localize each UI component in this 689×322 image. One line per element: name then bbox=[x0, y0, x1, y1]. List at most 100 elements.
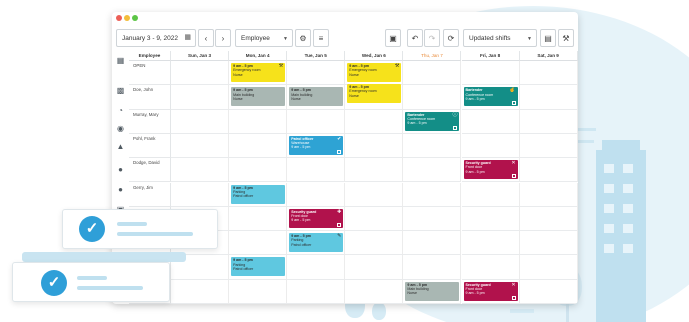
close-window-button[interactable] bbox=[116, 15, 122, 21]
schedule-cell[interactable] bbox=[519, 206, 578, 232]
schedule-cell[interactable] bbox=[345, 158, 404, 183]
schedule-cell[interactable] bbox=[287, 182, 346, 207]
schedule-cell[interactable] bbox=[171, 85, 230, 110]
bell-icon[interactable]: ▲ bbox=[116, 142, 125, 151]
info-icon[interactable]: ⓘ bbox=[452, 112, 457, 117]
day-column-header[interactable]: Tue, Jan 5 bbox=[287, 51, 346, 61]
group-by-select[interactable]: Employee ▼ bbox=[235, 29, 293, 47]
schedule-cell[interactable] bbox=[171, 182, 230, 207]
employee-name[interactable]: OPEN bbox=[129, 61, 171, 86]
schedule-cell[interactable] bbox=[403, 85, 462, 110]
schedule-cell[interactable] bbox=[403, 206, 462, 232]
schedule-cell[interactable] bbox=[461, 255, 520, 280]
undo-button[interactable]: ↶ bbox=[407, 29, 423, 47]
settings-button[interactable]: ⚙ bbox=[295, 29, 311, 47]
date-range-picker[interactable]: January 3 - 9, 2022 ▦ bbox=[116, 29, 196, 47]
schedule-cell[interactable] bbox=[461, 109, 520, 134]
schedule-cell[interactable] bbox=[287, 255, 346, 280]
schedule-cell[interactable] bbox=[519, 61, 578, 86]
shift-block[interactable]: 9 am - 5 pm Emergency room Nurse bbox=[347, 84, 402, 103]
schedule-cell[interactable] bbox=[461, 206, 520, 232]
schedule-cell[interactable] bbox=[229, 206, 288, 232]
refresh-button[interactable]: ⟳ bbox=[443, 29, 459, 47]
schedule-cell[interactable] bbox=[461, 133, 520, 159]
shift-block[interactable]: 9 am - 5 pm Parking Patrol officer bbox=[231, 184, 286, 204]
schedule-cell[interactable] bbox=[287, 158, 346, 183]
note-icon[interactable] bbox=[511, 174, 516, 179]
filter-button[interactable]: ≡ bbox=[313, 29, 329, 47]
schedule-cell[interactable] bbox=[171, 158, 230, 183]
schedule-cell[interactable] bbox=[403, 255, 462, 280]
thumbs-up-icon[interactable]: ☝ bbox=[509, 88, 515, 93]
schedule-cell[interactable] bbox=[171, 133, 230, 159]
schedule-cell[interactable] bbox=[519, 231, 578, 256]
schedule-cell[interactable] bbox=[229, 109, 288, 134]
shift-block[interactable]: Bartender Conference room 9 am - 5 pm ☝ bbox=[463, 87, 518, 107]
schedule-cell[interactable] bbox=[403, 182, 462, 207]
export-button[interactable]: ▤ bbox=[540, 29, 556, 47]
redo-button[interactable]: ↷ bbox=[424, 29, 440, 47]
note-icon[interactable] bbox=[453, 125, 458, 130]
schedule-cell[interactable] bbox=[403, 158, 462, 183]
add-user-icon[interactable]: ✚ bbox=[337, 209, 341, 214]
shift-block[interactable]: Security guard Front door 9 am - 5 pm ✕ bbox=[463, 160, 518, 180]
schedule-cell[interactable] bbox=[345, 279, 404, 304]
employee-name[interactable]: Pohl, Frank bbox=[129, 133, 171, 159]
employee-name[interactable]: Murray, Mary bbox=[129, 109, 171, 134]
shift-block[interactable]: 9 am - 5 pm Main building Nurse bbox=[405, 281, 460, 301]
snapshot-button[interactable]: ▣ bbox=[385, 29, 401, 47]
close-icon[interactable]: ✕ bbox=[511, 161, 515, 166]
schedule-cell[interactable] bbox=[403, 231, 462, 256]
shift-block[interactable]: Security guard Front door 9 am - 5 pm ✚ bbox=[289, 208, 344, 228]
schedule-cell[interactable] bbox=[461, 231, 520, 256]
schedule-cell[interactable] bbox=[229, 133, 288, 159]
schedule-cell[interactable] bbox=[287, 279, 346, 304]
shift-block[interactable]: Bartender Conference room 9 am - 5 pm ⓘ bbox=[405, 111, 460, 131]
maximize-window-button[interactable] bbox=[132, 15, 138, 21]
schedule-cell[interactable] bbox=[519, 133, 578, 159]
shift-block[interactable]: Patrol officer Warehouse 9 am - 5 pm ✔ bbox=[289, 135, 344, 155]
schedule-cell[interactable] bbox=[461, 61, 520, 86]
wrench-icon[interactable]: ⚒ bbox=[395, 63, 399, 68]
schedule-cell[interactable] bbox=[519, 182, 578, 207]
employee-name[interactable]: Dodge, David bbox=[129, 158, 171, 183]
shift-block[interactable]: 9 am - 5 pm Parking Patrol officer bbox=[231, 257, 286, 277]
day-column-header[interactable]: Fri, Jan 8 bbox=[461, 51, 520, 61]
schedule-cell[interactable] bbox=[171, 279, 230, 304]
day-column-header[interactable]: Sat, Jan 9 bbox=[519, 51, 578, 61]
prev-week-button[interactable]: ‹ bbox=[198, 29, 214, 47]
note-icon[interactable] bbox=[511, 101, 516, 106]
shift-filter-select[interactable]: Updated shifts ▼ bbox=[463, 29, 537, 47]
day-column-header[interactable]: Thu, Jan 7 bbox=[403, 51, 462, 61]
schedule-cell[interactable] bbox=[287, 61, 346, 86]
schedule-cell[interactable] bbox=[171, 109, 230, 134]
check-circle-icon[interactable]: ✔ bbox=[337, 136, 341, 141]
shift-block[interactable]: 9 am - 5 pm Emergency room Nurse ⚒ bbox=[347, 63, 402, 82]
shift-block[interactable]: 9 am - 5 pm Main building Nurse bbox=[231, 87, 286, 107]
schedule-cell[interactable] bbox=[345, 255, 404, 280]
schedule-cell[interactable] bbox=[519, 279, 578, 304]
employee-name[interactable]: Gerry, Jim bbox=[129, 182, 171, 207]
schedule-cell[interactable] bbox=[519, 158, 578, 183]
schedule-cell[interactable] bbox=[345, 231, 404, 256]
schedule-cell[interactable] bbox=[171, 61, 230, 86]
schedule-cell[interactable] bbox=[403, 133, 462, 159]
schedule-cell[interactable] bbox=[519, 255, 578, 280]
chart-icon[interactable]: ◔ bbox=[116, 106, 125, 115]
day-column-header[interactable]: Sun, Jan 3 bbox=[171, 51, 230, 61]
employee-name[interactable]: Doe, John bbox=[129, 85, 171, 110]
shift-block[interactable]: 9 am - 5 pm Parking Patrol officer ✎ bbox=[289, 233, 344, 253]
people-icon[interactable]: ● bbox=[116, 165, 125, 174]
schedule-cell[interactable] bbox=[519, 109, 578, 134]
chat-icon[interactable]: ◉ bbox=[116, 124, 125, 133]
schedule-cell[interactable] bbox=[345, 133, 404, 159]
schedule-cell[interactable] bbox=[229, 231, 288, 256]
schedule-cell[interactable] bbox=[229, 279, 288, 304]
schedule-cell[interactable] bbox=[403, 61, 462, 86]
grid-icon[interactable]: ▦ bbox=[116, 56, 125, 65]
tools-button[interactable]: ⚒ bbox=[558, 29, 574, 47]
shift-block[interactable]: 9 am - 5 pm Emergency room Nurse ⚒ bbox=[231, 63, 286, 82]
minimize-window-button[interactable] bbox=[124, 15, 130, 21]
badge-icon[interactable]: ▩ bbox=[116, 86, 125, 95]
next-week-button[interactable]: › bbox=[215, 29, 231, 47]
